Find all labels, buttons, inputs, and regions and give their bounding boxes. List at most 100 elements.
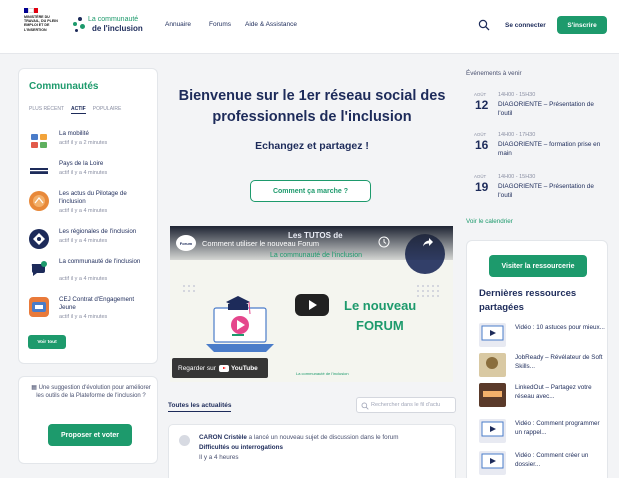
nav-annuaire[interactable]: Annuaire	[165, 21, 191, 28]
linkedout-thumbnail-icon	[479, 383, 506, 407]
community-item[interactable]: La communauté de l'inclusion actif il y …	[29, 257, 151, 297]
event-day: 19	[475, 180, 489, 194]
calendar-link[interactable]: Voir le calendrier	[466, 218, 513, 225]
signup-button[interactable]: S'inscrire	[557, 16, 607, 34]
tab-all-news[interactable]: Toutes les actualités	[168, 402, 232, 412]
community-activity: actif il y a 2 minutes	[59, 140, 108, 146]
youtube-icon	[218, 364, 229, 372]
community-activity: actif il y a 4 minutes	[59, 238, 108, 244]
event-day: 12	[475, 98, 489, 112]
youtube-logo: YouTube	[218, 364, 258, 372]
community-name: Les actus du Pilotage de l'inclusion	[59, 190, 127, 205]
resource-item[interactable]: Vidéo : 10 astuces pour mieux...	[479, 323, 609, 353]
video-player[interactable]: Forum Les TUTOS de Comment utiliser le n…	[170, 226, 453, 382]
resource-name: Vidéo : Comment créer un dossier...	[515, 452, 589, 468]
nav-forums[interactable]: Forums	[209, 21, 231, 28]
news-search-input[interactable]: Rechercher dans le fil d'actu	[356, 397, 456, 413]
flag-icon	[24, 8, 38, 13]
news-search-placeholder: Rechercher dans le fil d'actu	[371, 402, 441, 408]
community-name: CEJ Contrat d'Engagement Jeune	[59, 296, 135, 311]
event-time: 14H00 - 15H30	[498, 92, 536, 98]
forum-badge: Forum	[176, 235, 196, 251]
video-footer-logo: La communauté de l'inclusion	[296, 371, 349, 376]
video-thumbnail-icon	[479, 451, 506, 475]
community-item[interactable]: Les actus du Pilotage de l'inclusion act…	[29, 189, 151, 227]
community-name: La communauté de l'inclusion	[59, 258, 141, 265]
hero-title: Bienvenue sur le 1er réseau social des p…	[178, 88, 446, 125]
lightbulb-icon: ▦	[31, 385, 39, 391]
share-icon[interactable]	[422, 236, 434, 248]
event-item[interactable]: AOÛT 12 14H00 - 15H30 DIAGORIENTE – Prés…	[474, 92, 614, 132]
community-item[interactable]: La mobilité actif il y a 2 minutes	[29, 129, 151, 159]
community-activity: actif il y a 4 minutes	[59, 276, 108, 282]
video-overlay-community: La communauté de l'inclusion	[270, 252, 363, 259]
resource-item[interactable]: JobReady – Révélateur de Soft Skills...	[479, 353, 609, 383]
propose-vote-button[interactable]: Proposer et voter	[48, 424, 132, 446]
community-activity: actif il y a 4 minutes	[59, 170, 108, 176]
video-title[interactable]: Comment utiliser le nouveau Forum	[202, 239, 319, 248]
regionales-icon	[29, 229, 49, 249]
event-name: DIAGORIENTE – Présentation de l'outil	[498, 183, 594, 199]
event-item[interactable]: AOÛT 16 14H00 - 17H30 DIAGORIENTE – form…	[474, 132, 614, 172]
event-month: AOÛT	[474, 132, 487, 137]
video-thumbnail-icon	[479, 419, 506, 443]
youtube-label: YouTube	[230, 364, 258, 372]
forum-headline-2: FORUM	[356, 318, 404, 333]
news-author-line: CARON Cristèle a lancé un nouveau sujet …	[199, 434, 399, 441]
tab-populaire[interactable]: Populaire	[93, 106, 122, 114]
site-header: Ministère du travail, du plein emploi et…	[0, 0, 619, 54]
brand-logo[interactable]: La communauté de l'inclusion	[72, 15, 154, 41]
tab-plus-recent[interactable]: Plus récent	[29, 106, 64, 114]
community-item[interactable]: Pays de la Loire actif il y a 4 minutes	[29, 159, 151, 189]
community-activity: actif il y a 4 minutes	[59, 208, 108, 214]
watch-on-youtube-button[interactable]: Regarder sur YouTube	[172, 358, 268, 378]
resource-name: Vidéo : Comment programmer un rappel...	[515, 420, 600, 436]
event-name: DIAGORIENTE – formation prise en main	[498, 141, 601, 157]
news-feed-item[interactable]: CARON Cristèle a lancé un nouveau sujet …	[168, 424, 456, 478]
news-action: a lancé un nouveau sujet de discussion d…	[246, 434, 399, 441]
news-author[interactable]: CARON Cristèle	[199, 434, 247, 441]
nav-aide[interactable]: Aide & Assistance	[245, 21, 297, 28]
watch-later-icon[interactable]	[378, 236, 390, 248]
suggestion-text: ▦ Une suggestion d'évolution pour amélio…	[29, 384, 153, 400]
resources-card: Visiter la ressourcerie Dernières ressou…	[466, 240, 608, 478]
cej-icon	[29, 297, 49, 317]
brand-dots-icon	[72, 17, 86, 35]
avatar	[179, 435, 190, 446]
resource-item[interactable]: Vidéo : Comment programmer un rappel...	[479, 419, 609, 449]
government-logo[interactable]: Ministère du travail, du plein emploi et…	[24, 8, 66, 32]
tab-actif[interactable]: Actif	[71, 106, 86, 114]
news-subject[interactable]: Difficultés ou interrogations	[199, 444, 283, 451]
login-link[interactable]: Se connecter	[505, 22, 546, 29]
event-name: DIAGORIENTE – Présentation de l'outil	[498, 101, 594, 117]
community-name: Les régionales de l'inclusion	[59, 228, 137, 235]
brand-line1: La communauté	[88, 16, 139, 23]
search-icon[interactable]	[478, 19, 490, 31]
search-icon	[361, 402, 369, 410]
community-item[interactable]: CEJ Contrat d'Engagement Jeune actif il …	[29, 295, 151, 335]
video-thumbnail-icon	[479, 323, 506, 347]
events-title: Événements à venir	[466, 70, 522, 77]
resources-title: Dernières ressources partagées	[479, 288, 577, 313]
watch-on-label: Regarder sur	[178, 364, 216, 372]
how-it-works-button[interactable]: Comment ça marche ?	[250, 180, 371, 202]
communities-tabs: Plus récent Actif Populaire	[29, 106, 121, 114]
resource-item[interactable]: Vidéo : Comment créer un dossier...	[479, 451, 609, 478]
event-time: 14H00 - 15H30	[498, 174, 536, 180]
resource-name: Vidéo : 10 astuces pour mieux...	[515, 324, 605, 331]
visit-resources-button[interactable]: Visiter la ressourcerie	[489, 255, 587, 277]
event-item[interactable]: AOÛT 19 14H00 - 15H30 DIAGORIENTE – Prés…	[474, 174, 614, 214]
see-all-button[interactable]: Voir tout	[28, 335, 66, 349]
brand-line2: de l'inclusion	[92, 24, 143, 33]
resource-name: JobReady – Révélateur de Soft Skills...	[515, 354, 603, 370]
event-day: 16	[475, 138, 489, 152]
resource-item[interactable]: LinkedOut – Partagez votre réseau avec..…	[479, 383, 609, 413]
suggestion-text-content: Une suggestion d'évolution pour améliore…	[36, 385, 151, 399]
community-item[interactable]: Les régionales de l'inclusion actif il y…	[29, 227, 151, 257]
government-text: Ministère du travail, du plein emploi et…	[24, 15, 58, 32]
play-button[interactable]	[295, 294, 329, 316]
event-month: AOÛT	[474, 174, 487, 179]
suggestion-card: ▦ Une suggestion d'évolution pour amélio…	[18, 376, 158, 464]
chat-bubble-icon	[29, 259, 49, 279]
mobility-icon	[29, 131, 49, 151]
